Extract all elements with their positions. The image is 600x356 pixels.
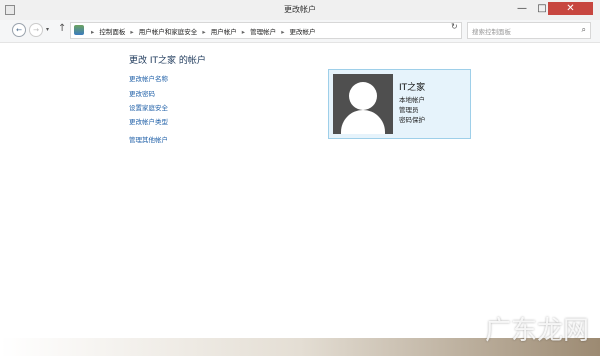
change-account-window: 更改帐户 — □ ✕ ← → ▾ ↑ ▸ 控制面板 ▸ 用户帐户和家庭安全 ▸ … xyxy=(0,0,600,356)
watermark-text: 广东龙网 xyxy=(485,316,590,346)
watermark: 广东龙网 xyxy=(0,0,600,356)
